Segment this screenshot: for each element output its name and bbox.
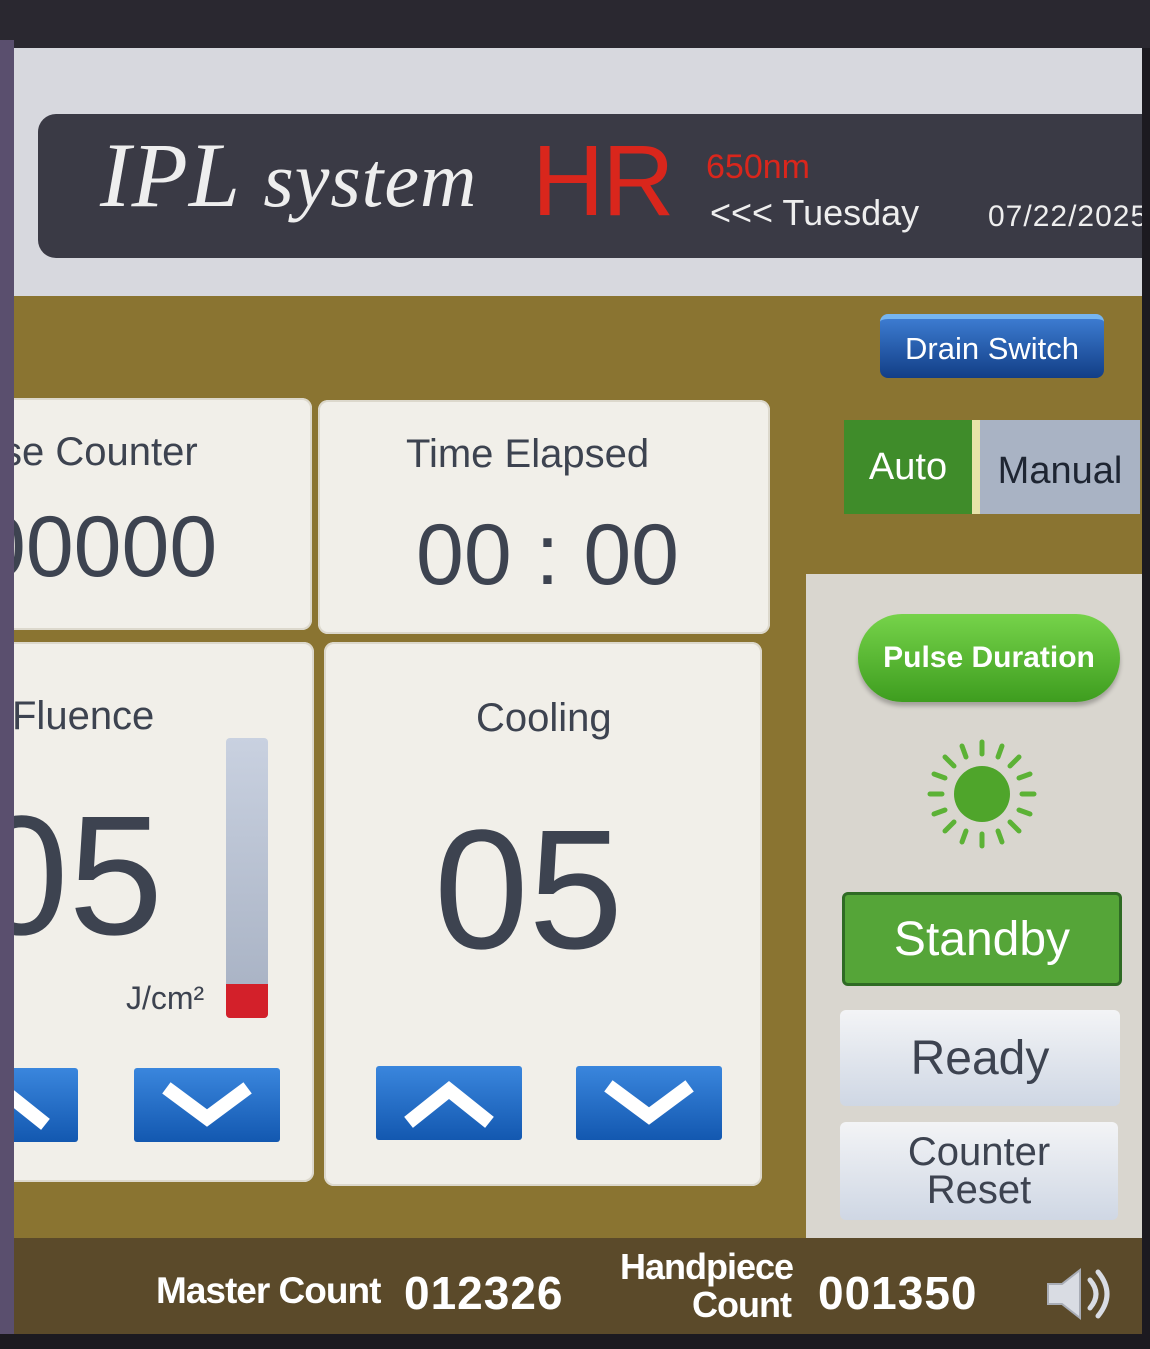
date-label: 07/22/2025	[988, 200, 1142, 233]
device-screen: IPL system HR 650nm <<< Tuesday 07/22/20…	[0, 48, 1142, 1334]
master-count-label: Master Count	[156, 1270, 381, 1311]
ready-button[interactable]: Ready	[840, 1010, 1120, 1106]
chevron-up-icon	[404, 1081, 494, 1128]
treatment-mode-code: HR	[532, 125, 674, 237]
counter-reset-button[interactable]: Counter Reset	[840, 1122, 1118, 1220]
monitor-bezel-bottom	[0, 1334, 1150, 1349]
weekday-label[interactable]: <<< Tuesday	[710, 192, 919, 234]
cooling-label: Cooling	[476, 696, 612, 740]
sun-icon	[927, 739, 1037, 849]
footer-bar: Master Count 012326 Handpiece Count 0013…	[0, 1238, 1142, 1334]
handpiece-count-label-line2: Count	[692, 1284, 792, 1325]
fluence-down-button[interactable]	[134, 1068, 280, 1142]
mode-toggle: Auto Manual	[844, 420, 1140, 514]
time-elapsed-value: 00 : 00	[416, 507, 679, 603]
system-title: IPL system	[100, 122, 477, 228]
mode-auto-button[interactable]: Auto	[844, 420, 972, 514]
pulse-counter-panel: se Counter 00000	[0, 398, 312, 630]
mode-divider	[972, 420, 980, 514]
monitor-bezel-top	[0, 0, 1150, 48]
cooling-down-button[interactable]	[576, 1066, 722, 1140]
pulse-counter-label: se Counter	[2, 430, 198, 474]
fluence-value: 05	[0, 781, 164, 971]
fluence-level-bar	[226, 738, 268, 1018]
drain-switch-button[interactable]: Drain Switch	[880, 314, 1104, 378]
fluence-unit: J/cm²	[126, 980, 205, 1016]
speaker-icon[interactable]	[1044, 1266, 1118, 1322]
standby-button[interactable]: Standby	[842, 892, 1122, 986]
fluence-level-fill	[226, 984, 268, 1018]
system-title-main: IPL	[100, 124, 240, 226]
handpiece-count-value: 001350	[818, 1267, 978, 1319]
time-elapsed-panel: Time Elapsed 00 : 00	[318, 400, 770, 634]
title-bar: IPL system HR 650nm <<< Tuesday 07/22/20…	[38, 114, 1142, 258]
master-count-value: 012326	[404, 1267, 564, 1319]
pulse-counter-value: 00000	[0, 499, 218, 595]
counter-reset-label-line2: Reset	[926, 1168, 1032, 1212]
wavelength-label: 650nm	[706, 148, 810, 186]
header-band: IPL system HR 650nm <<< Tuesday 07/22/20…	[0, 48, 1142, 296]
pulse-duration-button[interactable]: Pulse Duration	[858, 614, 1120, 702]
cooling-up-button[interactable]	[376, 1066, 522, 1140]
time-elapsed-label: Time Elapsed	[406, 432, 650, 476]
fluence-label: Fluence	[12, 694, 155, 738]
chevron-down-icon	[604, 1080, 694, 1125]
handpiece-count-label-line1: Handpiece	[620, 1246, 794, 1287]
mode-manual-button[interactable]: Manual	[980, 420, 1140, 514]
monitor-bezel-left	[0, 40, 14, 1349]
cooling-value: 05	[434, 795, 624, 985]
system-title-suffix: system	[263, 136, 478, 223]
chevron-down-icon	[162, 1082, 252, 1127]
counter-reset-label-line1: Counter	[907, 1130, 1051, 1174]
